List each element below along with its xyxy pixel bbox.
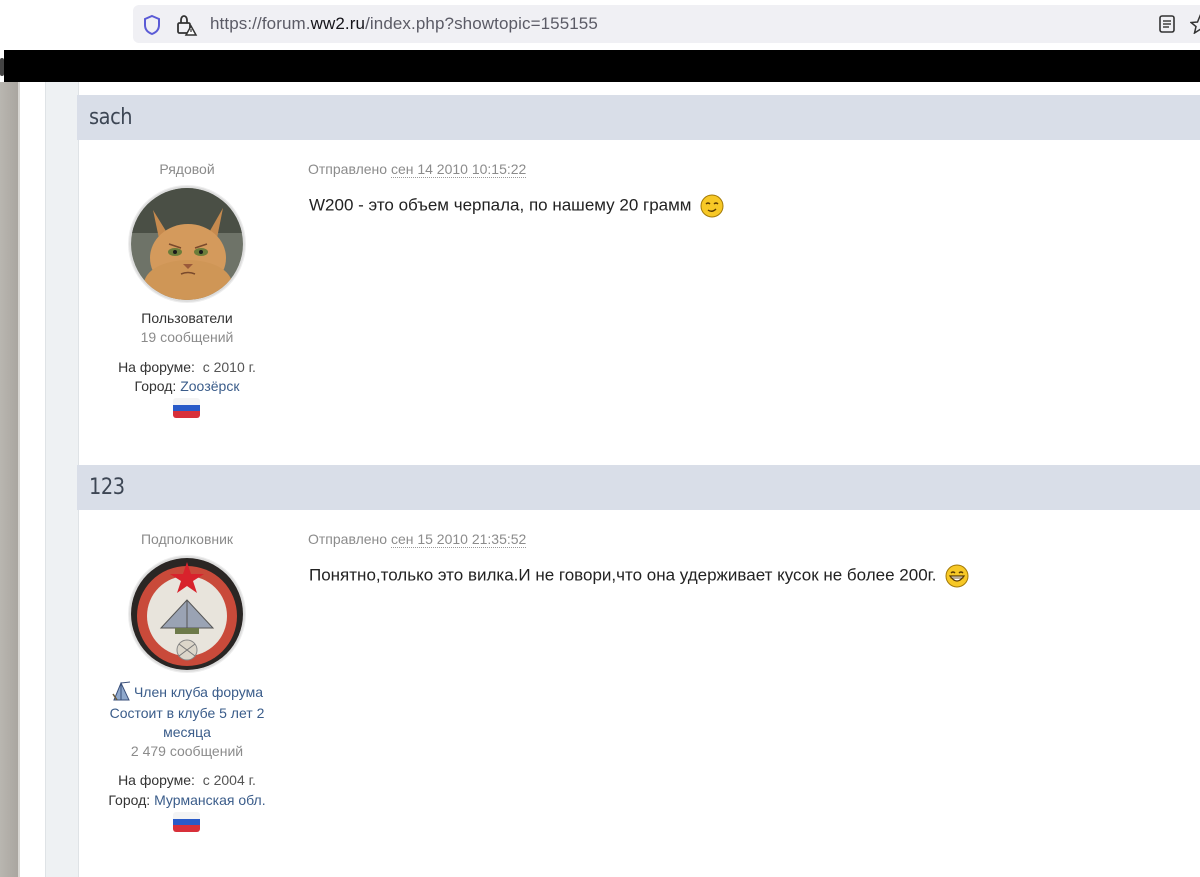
author-city: Город: Zooзёрск	[77, 378, 297, 394]
avatar[interactable]	[129, 556, 245, 672]
post-header: sach	[77, 95, 1200, 140]
post-author-name[interactable]: 123	[89, 475, 125, 500]
post-date[interactable]: сен 15 2010 21:35:52	[390, 531, 527, 548]
club-duration: Состоит в клубе 5 лет 2 месяца	[109, 705, 265, 740]
on-forum-value: с 2010 г.	[202, 359, 256, 375]
post-meta: Отправлено сен 15 2010 21:35:52	[308, 531, 527, 548]
url-path: /index.php?showtopic=155155	[365, 14, 598, 33]
left-gutter	[0, 82, 20, 877]
reader-view-icon[interactable]	[1158, 14, 1176, 34]
club-member-row[interactable]: Член клуба форума	[77, 680, 297, 702]
on-forum-value: с 2004 г.	[202, 772, 256, 788]
city-label: Город:	[134, 378, 177, 394]
city-value: Zooзёрск	[180, 378, 240, 394]
post-date[interactable]: сен 14 2010 10:15:22	[390, 161, 527, 178]
redacted-banner	[4, 50, 1200, 82]
sent-label: Отправлено	[308, 161, 388, 177]
lock-warning-icon[interactable]	[176, 13, 198, 37]
bookmark-star-icon[interactable]	[1190, 14, 1200, 34]
sent-label: Отправлено	[308, 531, 388, 547]
grin-smiley-icon	[945, 564, 969, 588]
author-city: Город: Мурманская обл.	[77, 792, 297, 808]
post-text: W200 - это объем черпала, по нашему 20 г…	[309, 195, 692, 215]
author-rank: Рядовой	[159, 161, 215, 177]
url-domain: ww2.ru	[310, 14, 366, 33]
author-group: Пользователи	[141, 310, 233, 326]
post-header: 123	[77, 465, 1200, 510]
author-rank: Подполковник	[140, 531, 234, 547]
author-joined: На форуме: с 2004 г.	[77, 772, 297, 788]
badge-avatar-image	[131, 558, 243, 670]
russia-flag-icon	[173, 812, 200, 832]
cat-avatar-image	[131, 188, 243, 300]
city-value: Мурманская обл.	[154, 792, 266, 808]
russia-flag-icon	[173, 398, 200, 418]
club-tent-icon	[112, 681, 131, 701]
post-author-name[interactable]: sach	[89, 105, 133, 130]
smirk-smiley-icon	[700, 194, 724, 218]
side-rail	[45, 82, 79, 877]
on-forum-label: На форуме:	[118, 772, 195, 788]
on-forum-label: На форуме:	[118, 359, 195, 375]
avatar[interactable]	[129, 186, 245, 302]
city-label: Город:	[108, 792, 151, 808]
tracking-protection-shield-icon[interactable]	[142, 14, 162, 36]
left-gutter-edge	[18, 82, 20, 877]
post-meta: Отправлено сен 14 2010 10:15:22	[308, 161, 527, 178]
author-joined: На форуме: с 2010 г.	[77, 359, 297, 375]
url-prefix: https://forum.	[210, 14, 311, 33]
url-text[interactable]: https://forum.ww2.ru/index.php?showtopic…	[210, 14, 598, 34]
author-post-count[interactable]: 19 сообщений	[77, 329, 297, 345]
post-text: Понятно,только это вилка.И не говори,что…	[309, 565, 937, 585]
post-body: W200 - это объем черпала, по нашему 20 г…	[309, 194, 724, 218]
club-label: Член клуба форума	[133, 684, 264, 700]
post-body: Понятно,только это вилка.И не говори,что…	[309, 564, 969, 588]
author-post-count[interactable]: 2 479 сообщений	[77, 743, 297, 759]
